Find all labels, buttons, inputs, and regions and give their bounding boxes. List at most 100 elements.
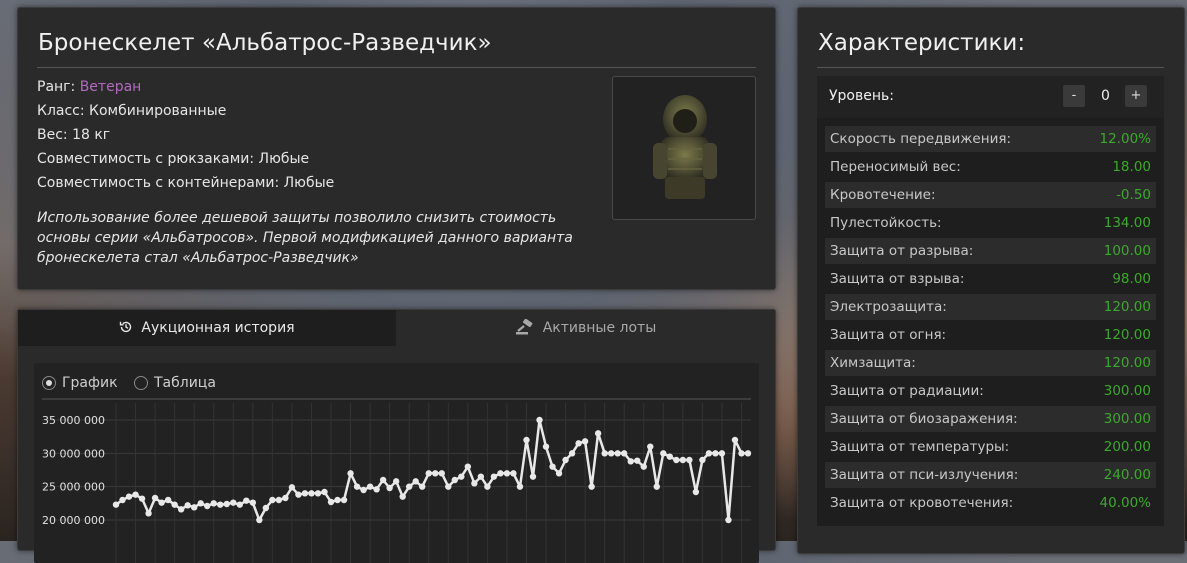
data-point (581, 438, 589, 445)
data-point (405, 483, 413, 490)
stat-value: 120.00 (1103, 299, 1151, 315)
item-title: Бронескелет «Альбатрос-Разведчик» (38, 30, 492, 56)
stat-value: 40.00% (1099, 495, 1151, 511)
data-point (204, 502, 211, 510)
history-icon (120, 321, 132, 333)
data-point (347, 470, 354, 477)
stat-value: 120.00 (1103, 355, 1151, 371)
item-weight: Вес: 18 кг (37, 127, 111, 143)
data-point (575, 440, 582, 447)
auction-panel: Аукционная история Активные лоты График … (17, 309, 776, 563)
data-point (451, 476, 459, 484)
data-point (725, 516, 732, 524)
stat-value: 100.00 (1103, 243, 1151, 259)
stat-row: Защита от радиации: 300.00 (825, 378, 1156, 404)
stat-row: Электрозащита: 120.00 (825, 294, 1156, 320)
stat-name: Переносимый вес: (830, 159, 961, 175)
level-minus-button[interactable]: - (1063, 85, 1085, 107)
tab-auction-history[interactable]: Аукционная история (18, 310, 396, 346)
data-point (419, 483, 426, 490)
level-row: Уровень: - 0 + (817, 76, 1164, 118)
data-point (555, 470, 563, 477)
data-point (653, 483, 660, 490)
stat-row: Кровотечение: -0.50 (825, 182, 1156, 208)
data-point (516, 483, 524, 490)
data-point (151, 494, 159, 502)
data-point (340, 496, 348, 504)
data-point (184, 502, 191, 509)
stat-value: 240.00 (1103, 467, 1151, 483)
data-point (744, 450, 752, 457)
data-point (594, 430, 602, 437)
item-info-panel: Бронескелет «Альбатрос-Разведчик» Ранг: … (17, 7, 776, 290)
data-point (562, 456, 569, 464)
stat-name: Защита от температуры: (830, 439, 1010, 455)
data-point (588, 483, 595, 490)
item-class: Класс: Комбинированные (37, 103, 227, 119)
data-point (471, 480, 478, 487)
data-point (145, 510, 152, 517)
data-point (464, 463, 472, 470)
data-point (699, 456, 706, 464)
data-point (660, 450, 667, 457)
tab-active-lots[interactable]: Активные лоты (396, 310, 775, 346)
y-tick-label: 25 000 000 (42, 481, 105, 494)
data-point (275, 496, 283, 504)
data-point (112, 501, 120, 508)
data-point (314, 490, 322, 497)
data-point (640, 463, 647, 470)
data-point (399, 493, 406, 500)
data-point (132, 491, 139, 498)
data-point (705, 450, 713, 457)
data-point (373, 486, 380, 493)
data-point (510, 470, 517, 477)
stat-value: -0.50 (1116, 187, 1151, 203)
data-point (171, 501, 178, 508)
data-point (256, 516, 263, 524)
stat-value: 12.00% (1099, 131, 1151, 147)
stat-name: Защита от взрыва: (830, 271, 965, 287)
data-point (731, 436, 739, 444)
stats-list: Уровень: - 0 + Скорость передвижения: 12.… (817, 76, 1164, 526)
data-point (386, 484, 393, 492)
data-point (679, 456, 687, 464)
data-point (490, 473, 498, 480)
data-point (627, 458, 634, 465)
data-point (230, 499, 237, 506)
data-point (249, 499, 257, 506)
stat-row: Скорость передвижения: 12.00% (825, 126, 1156, 152)
stat-name: Защита от пси-излучения: (830, 467, 1019, 483)
data-point (308, 490, 315, 497)
data-point (236, 501, 243, 508)
stat-value: 200.00 (1103, 439, 1151, 455)
data-point (392, 478, 400, 485)
backpack-compat: Совместимость с рюкзаками: Любые (37, 151, 310, 167)
stat-name: Защита от радиации: (830, 383, 984, 399)
data-point (223, 500, 230, 508)
price-chart-area: График Таблица 35 000 000 30 000 000 25 00… (34, 363, 759, 563)
level-plus-button[interactable]: + (1125, 85, 1147, 107)
data-point (621, 450, 628, 457)
data-point (262, 504, 270, 512)
data-point (692, 488, 700, 496)
data-point (568, 450, 576, 457)
data-point (477, 473, 485, 480)
data-point (718, 450, 726, 457)
data-point (379, 476, 387, 484)
price-line (115, 418, 748, 522)
level-value: 0 (1101, 88, 1110, 104)
data-point (549, 463, 556, 470)
stat-name: Скорость передвижения: (830, 131, 1012, 147)
price-history-chart: 35 000 000 30 000 000 25 000 000 20 000 000 (42, 398, 752, 563)
stat-row: Защита от температуры: 200.00 (825, 434, 1156, 460)
data-point (327, 498, 335, 506)
stat-row: Защита от огня: 120.00 (825, 322, 1156, 348)
item-rank: Ранг: Ветеран (37, 79, 141, 95)
data-point (503, 470, 511, 477)
data-point (666, 453, 674, 460)
data-point (542, 443, 550, 450)
data-point (536, 416, 543, 424)
data-point (712, 450, 719, 457)
item-image (612, 76, 756, 220)
data-point (523, 436, 530, 444)
